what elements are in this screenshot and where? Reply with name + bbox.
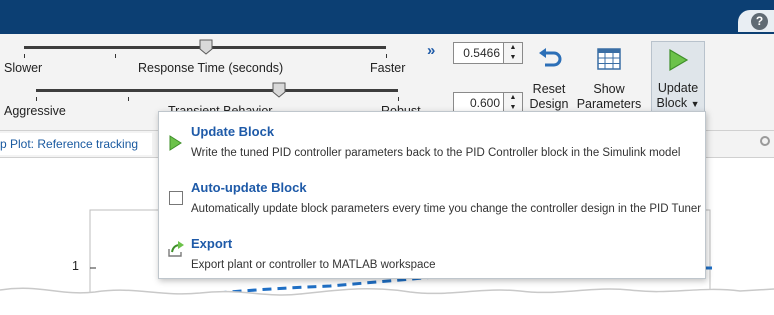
spin-down-icon[interactable]: ▼ xyxy=(504,53,522,63)
spin-up-icon[interactable]: ▲ xyxy=(504,93,522,103)
show-parameters-button[interactable]: Show Parameters xyxy=(576,42,642,114)
menu-item-title: Export xyxy=(191,236,233,251)
response-marker xyxy=(144,300,152,308)
menu-item-title: Update Block xyxy=(191,124,275,139)
menu-item-title: Auto-update Block xyxy=(191,180,307,195)
spinner-arrows[interactable]: ▲ ▼ xyxy=(503,93,522,113)
slider-tick xyxy=(36,97,37,101)
menu-item-export[interactable]: Export Export plant or controller to MAT… xyxy=(159,230,705,276)
play-triangle-icon xyxy=(169,135,182,151)
transient-slider-thumb[interactable] xyxy=(272,82,286,98)
response-time-label: Response Time (seconds) xyxy=(138,61,284,75)
menu-item-description: Export plant or controller to MATLAB wor… xyxy=(191,259,436,271)
double-chevron-right-icon[interactable]: » xyxy=(427,42,435,59)
app-titlebar xyxy=(0,0,774,34)
question-mark-icon[interactable]: ? xyxy=(751,13,768,30)
response-time-slider-thumb[interactable] xyxy=(199,39,213,55)
slider-tick xyxy=(398,97,399,101)
response-faster-label: Faster xyxy=(370,61,406,75)
transient-slider-track[interactable] xyxy=(36,89,398,92)
checkbox-icon[interactable] xyxy=(169,191,183,205)
close-tab-icon[interactable] xyxy=(760,136,770,146)
slider-tick xyxy=(128,97,129,101)
y-tick-label: 1 xyxy=(72,259,79,273)
slider-tick xyxy=(115,54,116,58)
update-block-menu: Update Block Write the tuned PID control… xyxy=(158,111,706,279)
transient-aggressive-label: Aggressive xyxy=(4,104,66,118)
slider-tick xyxy=(386,54,387,58)
slider-tick xyxy=(24,54,25,58)
tab-step-plot[interactable]: p Plot: Reference tracking xyxy=(0,133,152,155)
table-icon xyxy=(597,48,621,70)
response-time-spinner[interactable]: 0.5466 ▲ ▼ xyxy=(453,42,523,64)
reset-design-label: Reset Design xyxy=(529,82,569,111)
update-block-label: Update Block ▼ xyxy=(656,81,700,110)
export-arrow-icon xyxy=(168,241,184,257)
menu-item-update-block[interactable]: Update Block Write the tuned PID control… xyxy=(159,118,705,164)
response-slower-label: Slower xyxy=(4,61,43,75)
reset-design-button[interactable]: Reset Design xyxy=(525,42,573,114)
show-parameters-label: Show Parameters xyxy=(576,82,642,111)
response-time-value[interactable]: 0.5466 xyxy=(463,43,500,63)
menu-item-description: Write the tuned PID controller parameter… xyxy=(191,147,681,159)
undo-arrow-icon xyxy=(539,48,562,67)
transient-value[interactable]: 0.600 xyxy=(470,93,500,113)
spin-up-icon[interactable]: ▲ xyxy=(504,43,522,53)
menu-item-description: Automatically update block parameters ev… xyxy=(191,203,702,215)
caret-down-icon: ▼ xyxy=(690,99,700,109)
menu-item-auto-update-block[interactable]: Auto-update Block Automatically update b… xyxy=(159,174,705,220)
play-triangle-icon xyxy=(669,48,689,72)
update-block-button[interactable]: Update Block ▼ xyxy=(651,41,705,115)
spinner-arrows[interactable]: ▲ ▼ xyxy=(503,43,522,63)
